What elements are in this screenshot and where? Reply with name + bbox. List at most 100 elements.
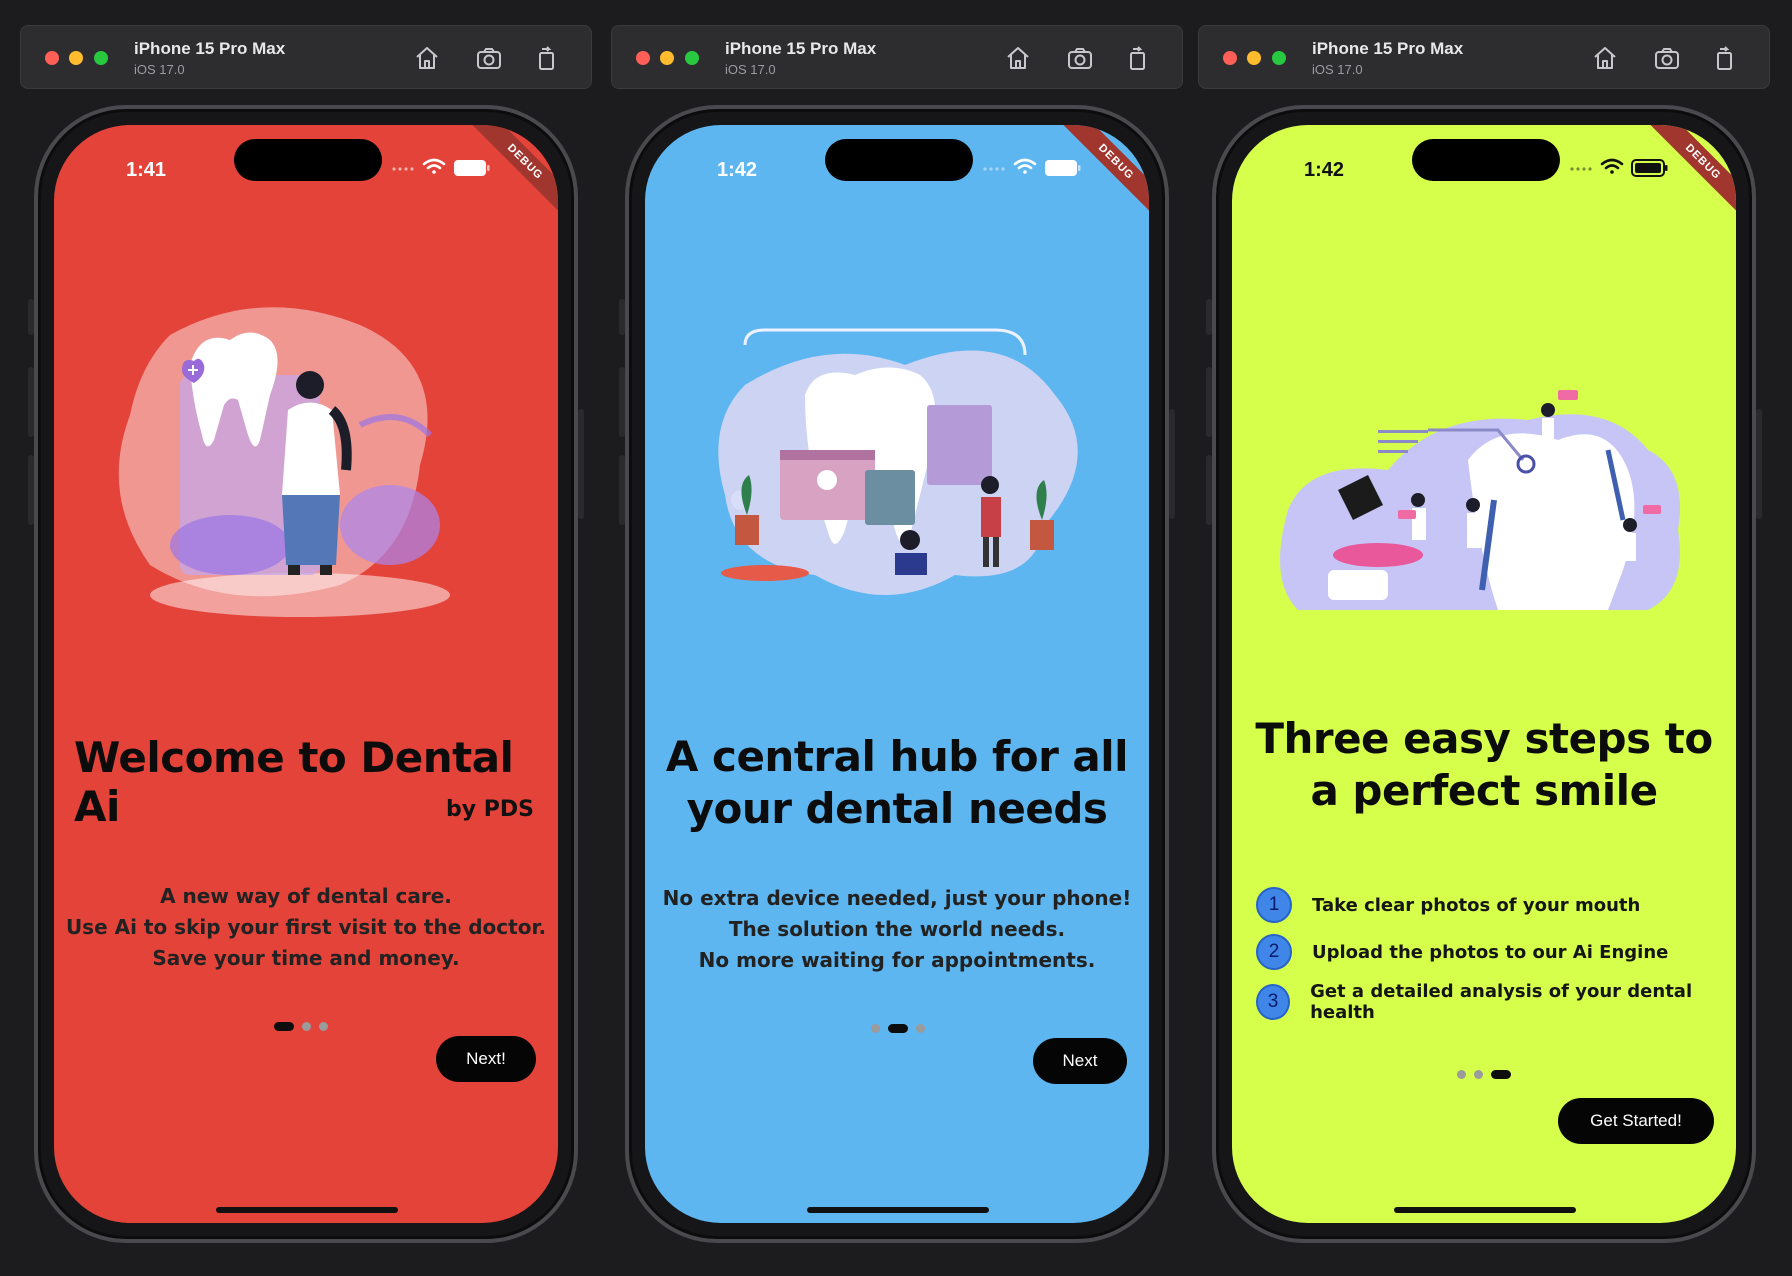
camera-icon[interactable] <box>1064 42 1096 74</box>
dynamic-island <box>825 139 973 181</box>
power-button <box>1756 409 1762 519</box>
os-version: iOS 17.0 <box>134 62 185 77</box>
volume-up-button <box>28 367 34 437</box>
signal-icon <box>983 167 1005 171</box>
app-screen: 1:42 DEBUG <box>645 125 1149 1223</box>
silent-switch <box>619 299 625 335</box>
home-indicator[interactable] <box>216 1207 398 1213</box>
description-line: A new way of dental care. <box>160 884 452 908</box>
status-time: 1:42 <box>717 159 758 181</box>
minimize-window-button[interactable] <box>660 51 674 65</box>
volume-down-button <box>619 455 625 525</box>
home-icon[interactable] <box>1002 42 1034 74</box>
description-line: Use Ai to skip your first visit to the d… <box>65 915 547 939</box>
device-name: iPhone 15 Pro Max <box>1312 39 1464 58</box>
zoom-window-button[interactable] <box>1272 51 1286 65</box>
onboarding-description: No extra device needed, just your phone!… <box>645 883 1149 976</box>
simulator-toolbar: iPhone 15 Pro Max iOS 17.0 <box>611 25 1183 89</box>
status-time: 1:42 <box>1304 159 1345 181</box>
volume-up-button <box>619 367 625 437</box>
app-screen: 1:41 DEBUG Welcome to Dental Ai by PDS A… <box>54 125 558 1223</box>
power-button <box>1169 409 1175 519</box>
title-line: Three easy steps to <box>1255 714 1713 763</box>
page-dot[interactable] <box>1491 1070 1511 1079</box>
simulator-toolbar: iPhone 15 Pro Max iOS 17.0 <box>1198 25 1770 89</box>
page-dot[interactable] <box>274 1022 294 1031</box>
signal-icon <box>392 167 414 171</box>
status-icons <box>983 158 1081 176</box>
simulator-2: iPhone 15 Pro Max iOS 17.0 1:42 DEBUG A … <box>611 0 1203 1276</box>
close-window-button[interactable] <box>45 51 59 65</box>
page-dot[interactable] <box>916 1024 925 1033</box>
title-line: a perfect smile <box>1310 766 1658 815</box>
page-indicator[interactable] <box>274 1022 328 1031</box>
dental-steps-illustration <box>1280 390 1680 610</box>
step-text: Get a detailed analysis of your dental h… <box>1310 981 1693 1023</box>
camera-icon[interactable] <box>1651 42 1683 74</box>
phone-frame: 1:42 DEBUG <box>1206 105 1762 1243</box>
device-name: iPhone 15 Pro Max <box>725 39 877 58</box>
page-dot[interactable] <box>319 1022 328 1031</box>
zoom-window-button[interactable] <box>685 51 699 65</box>
home-icon[interactable] <box>411 42 443 74</box>
get-started-button[interactable]: Get Started! <box>1558 1098 1714 1144</box>
wifi-icon <box>1600 158 1624 174</box>
rotate-icon[interactable] <box>531 42 563 74</box>
dental-hub-illustration <box>718 328 1078 595</box>
home-icon[interactable] <box>1589 42 1621 74</box>
title-line: A central hub for all <box>665 732 1129 781</box>
app-screen: 1:42 DEBUG <box>1232 125 1736 1223</box>
close-window-button[interactable] <box>636 51 650 65</box>
page-dot[interactable] <box>871 1024 880 1033</box>
os-version: iOS 17.0 <box>1312 62 1363 77</box>
onboarding-title: A central hub for all your dental needs <box>645 731 1149 835</box>
silent-switch <box>1206 299 1212 335</box>
silent-switch <box>28 299 34 335</box>
simulator-1: iPhone 15 Pro Max iOS 17.0 1:41 DEBUG We… <box>20 0 612 1276</box>
description-line: The solution the world needs. <box>728 917 1066 941</box>
status-time: 1:41 <box>126 159 167 181</box>
next-button[interactable]: Next <box>1033 1038 1127 1084</box>
wifi-icon <box>1013 158 1037 174</box>
wifi-icon <box>422 158 446 174</box>
minimize-window-button[interactable] <box>69 51 83 65</box>
minimize-window-button[interactable] <box>1247 51 1261 65</box>
status-icons <box>392 158 490 176</box>
onboarding-description: A new way of dental care. Use Ai to skip… <box>54 881 558 974</box>
battery-icon <box>1045 160 1081 176</box>
rotate-icon[interactable] <box>1709 42 1741 74</box>
volume-down-button <box>28 455 34 525</box>
page-dot[interactable] <box>1474 1070 1483 1079</box>
page-dot[interactable] <box>302 1022 311 1031</box>
signal-icon <box>1570 167 1592 171</box>
page-dot[interactable] <box>1457 1070 1466 1079</box>
home-indicator[interactable] <box>807 1207 989 1213</box>
status-icons <box>1570 158 1668 177</box>
step-item: 2 Upload the photos to our Ai Engine <box>1256 934 1668 970</box>
next-button[interactable]: Next! <box>436 1036 536 1082</box>
dentist-illustration <box>118 307 450 617</box>
step-item: 3 Get a detailed analysis of your dental… <box>1256 981 1736 1023</box>
device-name: iPhone 15 Pro Max <box>134 39 286 58</box>
page-indicator[interactable] <box>1457 1070 1511 1079</box>
step-number-badge: 3 <box>1256 984 1291 1020</box>
page-dot[interactable] <box>888 1024 908 1033</box>
onboarding-byline: by PDS <box>446 797 534 822</box>
simulator-3: iPhone 15 Pro Max iOS 17.0 1:42 DEBUG Th… <box>1198 0 1790 1276</box>
page-indicator[interactable] <box>871 1024 925 1033</box>
volume-down-button <box>1206 455 1212 525</box>
power-button <box>578 409 584 519</box>
volume-up-button <box>1206 367 1212 437</box>
description-line: Save your time and money. <box>152 946 460 970</box>
phone-frame: 1:41 DEBUG Welcome to Dental Ai by PDS A… <box>28 105 584 1243</box>
rotate-icon[interactable] <box>1122 42 1154 74</box>
close-window-button[interactable] <box>1223 51 1237 65</box>
step-text: Upload the photos to our Ai Engine <box>1312 941 1669 963</box>
camera-icon[interactable] <box>473 42 505 74</box>
step-number-badge: 2 <box>1256 934 1292 970</box>
zoom-window-button[interactable] <box>94 51 108 65</box>
title-line: your dental needs <box>686 784 1108 833</box>
simulator-toolbar: iPhone 15 Pro Max iOS 17.0 <box>20 25 592 89</box>
battery-icon <box>1631 159 1668 177</box>
home-indicator[interactable] <box>1394 1207 1576 1213</box>
